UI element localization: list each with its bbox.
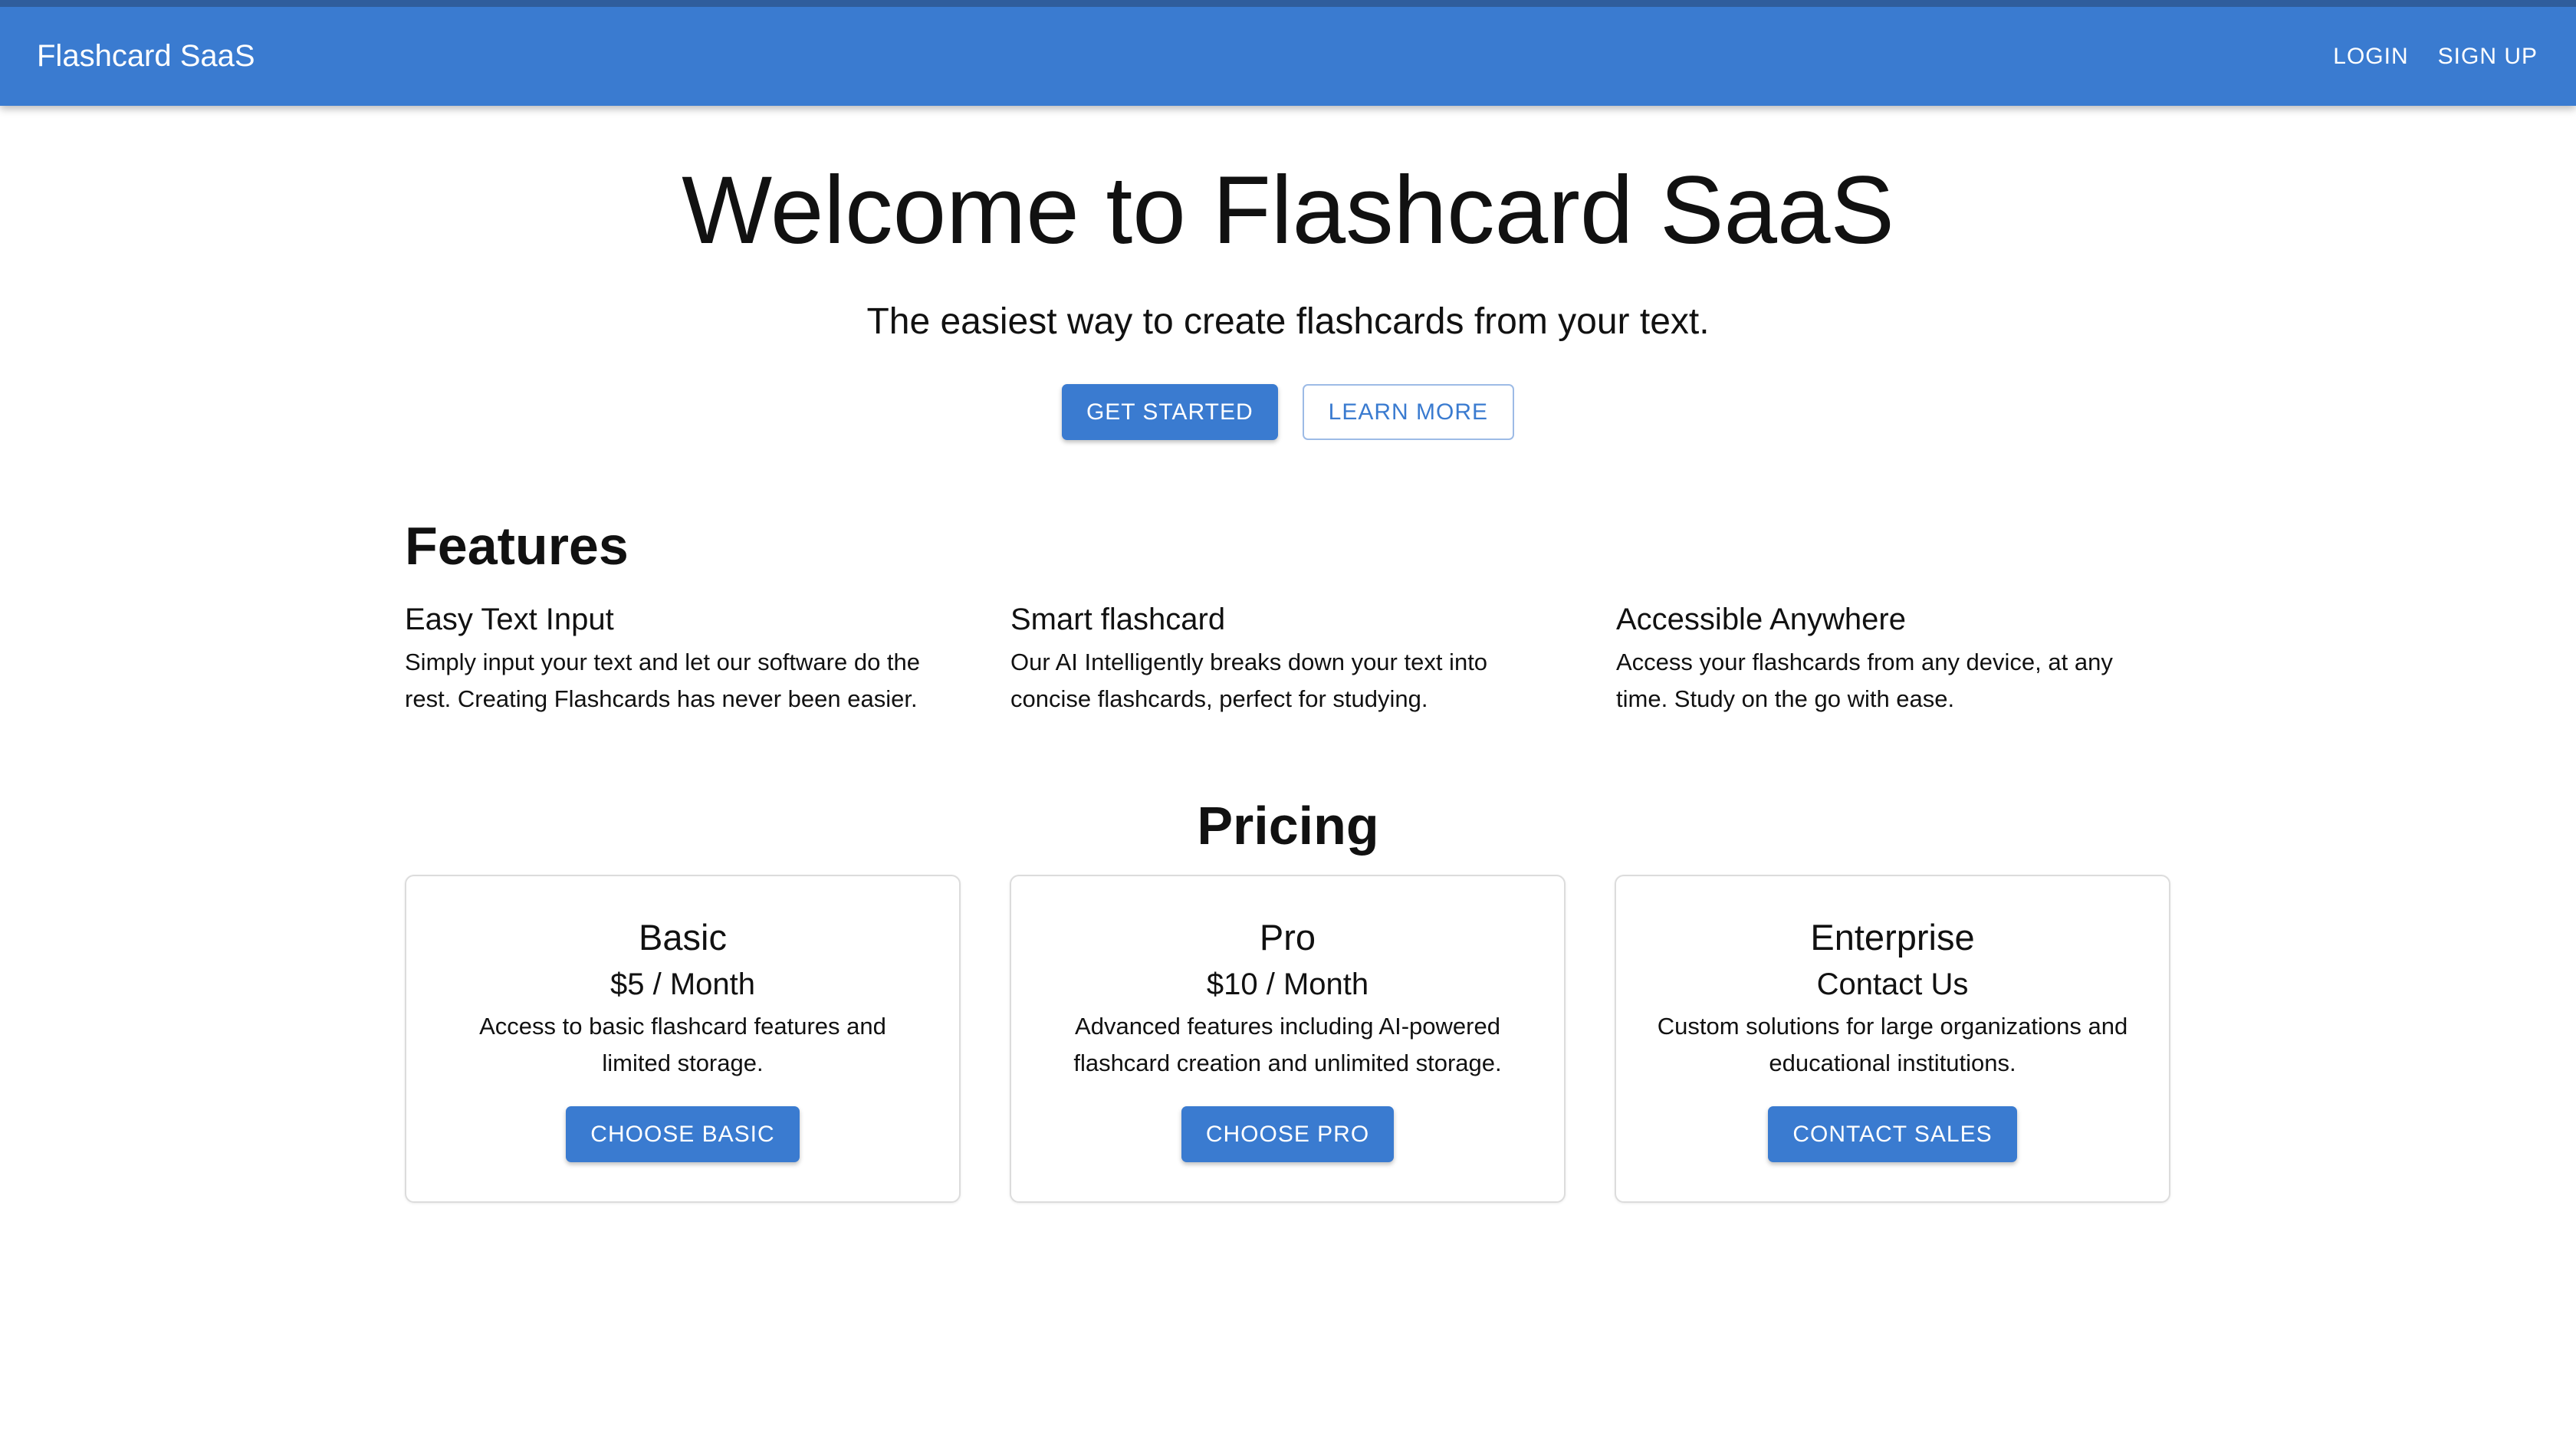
feature-item: Easy Text Input Simply input your text a… [405, 600, 958, 718]
pricing-plans: Basic $5 / Month Access to basic flashca… [405, 875, 2171, 1203]
choose-pro-button[interactable]: CHOOSE PRO [1181, 1106, 1395, 1162]
signup-button[interactable]: SIGN UP [2436, 38, 2539, 76]
plan-price: $10 / Month [1206, 967, 1369, 1001]
plan-price: $5 / Month [610, 967, 755, 1001]
feature-item: Smart flashcard Our AI Intelligently bre… [1010, 600, 1564, 718]
hero-subtitle: The easiest way to create flashcards fro… [866, 301, 1710, 342]
plan-description: Advanced features including AI-powered f… [1073, 1013, 1502, 1076]
plan-description: Custom solutions for large organizations… [1657, 1013, 2128, 1076]
plan-description: Access to basic flashcard features and l… [479, 1013, 886, 1076]
plan-card-pro: Pro $10 / Month Advanced features includ… [1010, 875, 1566, 1203]
choose-basic-button[interactable]: CHOOSE BASIC [566, 1106, 800, 1162]
contact-sales-button[interactable]: CONTACT SALES [1768, 1106, 2017, 1162]
plan-card-enterprise: Enterprise Contact Us Custom solutions f… [1615, 875, 2170, 1203]
learn-more-button[interactable]: LEARN MORE [1302, 384, 1515, 440]
feature-description: Access your flashcards from any device, … [1616, 649, 2113, 712]
app-bar: Flashcard SaaS LOGIN SIGN UP [0, 0, 2576, 106]
features-grid: Easy Text Input Simply input your text a… [405, 600, 2171, 718]
top-nav: LOGIN SIGN UP [2331, 38, 2539, 76]
feature-description: Simply input your text and let our softw… [405, 649, 921, 712]
feature-item: Accessible Anywhere Access your flashcar… [1616, 600, 2170, 718]
plan-name: Enterprise [1810, 917, 1975, 958]
plan-card-basic: Basic $5 / Month Access to basic flashca… [405, 875, 961, 1203]
plan-price: Contact Us [1816, 967, 1969, 1001]
get-started-button[interactable]: GET STARTED [1061, 384, 1278, 440]
hero-actions: GET STARTED LEARN MORE [0, 384, 2576, 440]
pricing-heading: Pricing [1197, 796, 1379, 856]
login-button[interactable]: LOGIN [2331, 38, 2410, 76]
feature-title: Accessible Anywhere [1616, 603, 1906, 636]
features-heading: Features [405, 516, 629, 576]
hero-title: Welcome to Flashcard SaaS [682, 157, 1894, 264]
plan-name: Basic [639, 917, 727, 958]
feature-title: Easy Text Input [405, 603, 614, 636]
brand-title[interactable]: Flashcard SaaS [37, 39, 255, 74]
feature-title: Smart flashcard [1010, 603, 1226, 636]
plan-name: Pro [1259, 917, 1316, 958]
feature-description: Our AI Intelligently breaks down your te… [1010, 649, 1488, 712]
